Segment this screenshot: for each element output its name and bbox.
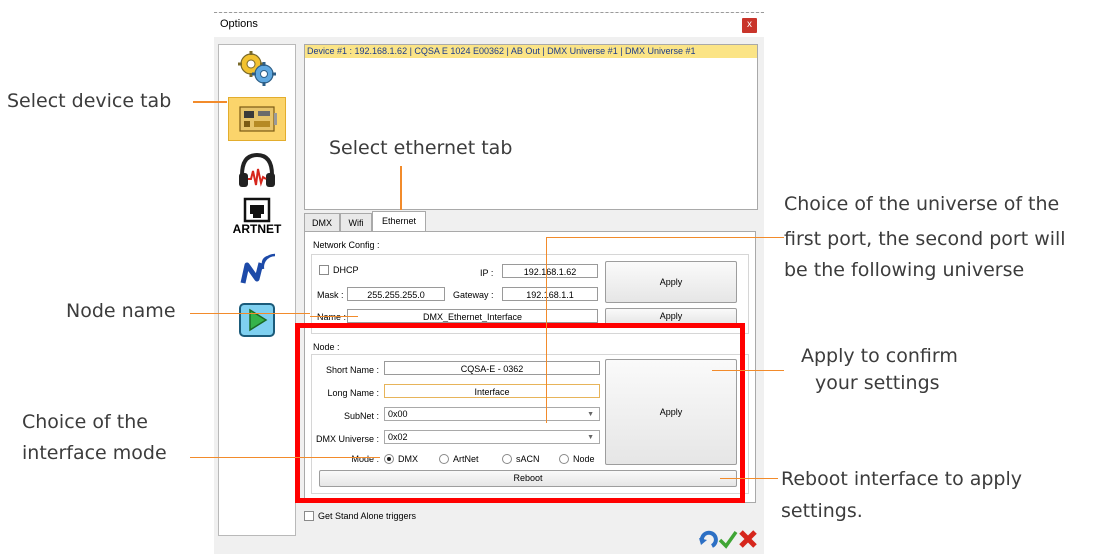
annotation-apply-confirm-1: Apply to confirm [801, 345, 958, 367]
network-wireless-icon [240, 253, 276, 284]
artnet-icon [243, 197, 271, 223]
annotation-line-node-name [190, 313, 310, 314]
annotation-apply-confirm-2: your settings [815, 372, 940, 394]
gears-icon [238, 51, 276, 86]
sidebar-item-settings[interactable] [237, 49, 277, 87]
annotation-node-name: Node name [66, 300, 176, 322]
sidebar-item-artnet[interactable]: ARTNET [233, 197, 281, 241]
refresh-icon[interactable] [698, 529, 718, 549]
annotation-line-universe-h [546, 237, 784, 238]
annotation-universe-choice-1: Choice of the universe of the [784, 193, 1060, 215]
tab-ethernet[interactable]: Ethernet [372, 211, 426, 231]
device-list[interactable]: Device #1 : 192.168.1.62 | CQSA E 1024 E… [304, 44, 758, 210]
dhcp-checkbox[interactable] [319, 265, 329, 275]
annotation-universe-choice-3: be the following universe [784, 259, 1025, 281]
annotation-line-node-name-2 [310, 316, 358, 317]
annotation-line-apply [712, 370, 784, 371]
sidebar-item-devices[interactable] [228, 97, 286, 141]
annotation-line-mode [190, 457, 380, 458]
ip-label: IP : [480, 268, 494, 278]
device-list-row[interactable]: Device #1 : 192.168.1.62 | CQSA E 1024 E… [305, 45, 757, 58]
annotation-line-ethernet [400, 166, 402, 210]
annotation-line-device [193, 101, 227, 103]
annotation-reboot-1: Reboot interface to apply [781, 468, 1023, 490]
title-bar: Options x [214, 13, 764, 37]
standalone-label: Get Stand Alone triggers [318, 511, 417, 521]
annotation-interface-mode-2: interface mode [22, 442, 167, 464]
ip-field[interactable]: 192.168.1.62 [502, 264, 598, 278]
network-apply-button[interactable]: Apply [605, 261, 737, 303]
mask-label: Mask : [317, 290, 344, 300]
standalone-checkbox[interactable] [304, 511, 314, 521]
ok-check-icon[interactable] [718, 529, 738, 549]
sidebar-item-player[interactable] [237, 301, 277, 339]
tab-dmx[interactable]: DMX [304, 213, 340, 231]
annotation-select-ethernet-tab: Select ethernet tab [329, 137, 513, 159]
device-card-icon [239, 106, 277, 132]
annotation-universe-choice-2: first port, the second port will [784, 228, 1066, 250]
play-icon [239, 303, 275, 337]
network-config-legend: Network Config : [313, 240, 380, 250]
dhcp-label: DHCP [333, 265, 359, 275]
annotation-line-reboot [720, 478, 778, 479]
annotation-select-device-tab: Select device tab [7, 90, 172, 112]
node-settings-highlight [295, 323, 745, 503]
annotation-line-universe-v [546, 237, 547, 423]
sidebar-item-network[interactable] [237, 251, 277, 289]
mask-field[interactable]: 255.255.255.0 [347, 287, 445, 301]
sidebar: ARTNET [218, 44, 296, 536]
artnet-label: ARTNET [232, 222, 282, 236]
annotation-reboot-2: settings. [781, 500, 863, 522]
cancel-x-icon[interactable] [738, 529, 758, 549]
window-title: Options [220, 18, 258, 30]
gateway-label: Gateway : [453, 290, 494, 300]
annotation-interface-mode-1: Choice of the [22, 411, 148, 433]
name-label: Name : [317, 312, 347, 322]
close-button[interactable]: x [742, 18, 757, 33]
sidebar-item-audio[interactable] [237, 151, 277, 189]
tab-wifi[interactable]: Wifi [340, 213, 372, 231]
gateway-field[interactable]: 192.168.1.1 [502, 287, 598, 301]
headphones-icon [239, 152, 275, 187]
node-name-field[interactable]: DMX_Ethernet_Interface [347, 309, 598, 323]
